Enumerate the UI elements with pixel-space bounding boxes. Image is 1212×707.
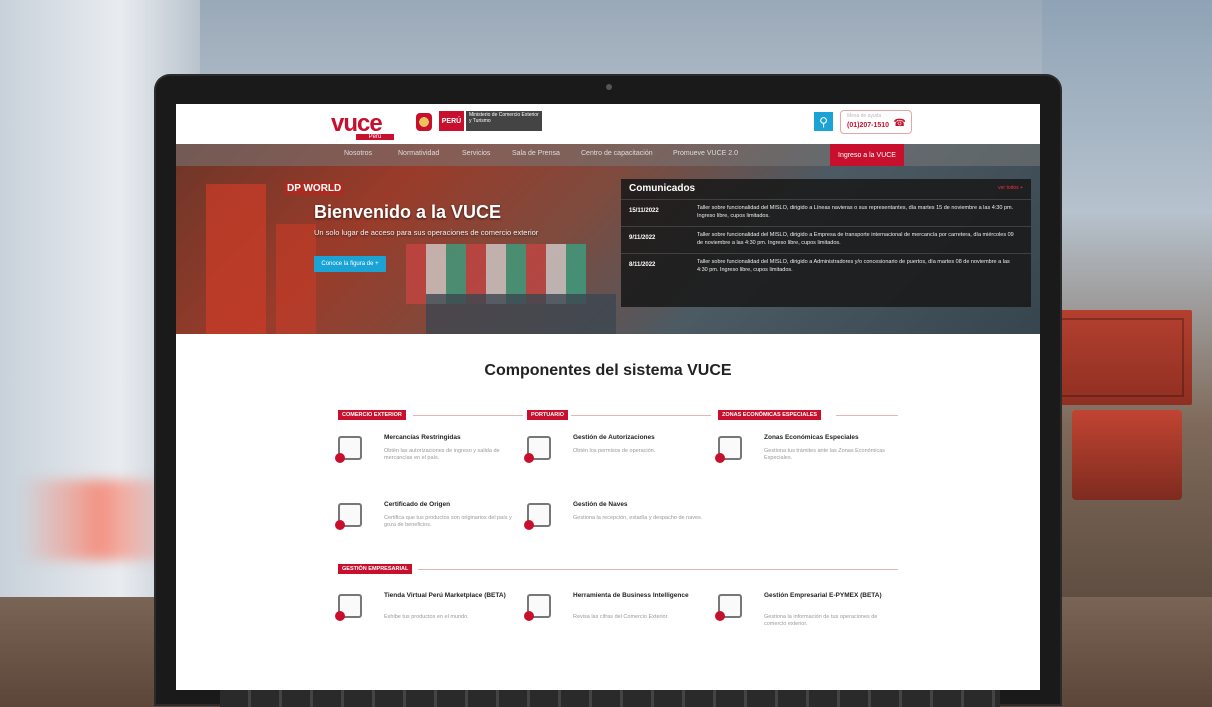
dp-world-sign: DP WORLD xyxy=(284,182,345,195)
boxes-icon xyxy=(335,436,362,463)
category-portuario: PORTUARIO xyxy=(527,410,711,420)
announcement-row[interactable]: 8/11/2022 Taller sobre funcionalidad del… xyxy=(621,253,1031,280)
category-label: PORTUARIO xyxy=(527,410,568,420)
components-title: Componentes del sistema VUCE xyxy=(484,362,732,379)
component-description: Gestiona la información de tus operacion… xyxy=(764,614,878,627)
nav-servicios[interactable]: Servicios xyxy=(462,150,490,157)
category-divider xyxy=(836,415,898,416)
category-comercio-exterior: COMERCIO EXTERIOR xyxy=(338,410,523,420)
announcement-row[interactable]: 9/11/2022 Taller sobre funcionalidad del… xyxy=(621,226,1031,253)
component-title: Gestión de Autorizaciones xyxy=(573,434,655,441)
component-gestion-naves[interactable]: Gestión de Naves Gestiona la recepción, … xyxy=(524,501,712,551)
component-tienda-virtual[interactable]: Tienda Virtual Perú Marketplace (BETA) E… xyxy=(335,592,523,642)
announcements-panel: Comunicados ver todos + 15/11/2022 Talle… xyxy=(621,179,1031,307)
search-icon: ⚲ xyxy=(819,114,828,129)
component-title: Gestión Empresarial E-PYMEX (BETA) xyxy=(764,592,882,599)
hero-subtitle: Un solo lugar de acceso para sus operaci… xyxy=(314,228,539,237)
announcement-date: 15/11/2022 xyxy=(629,208,659,214)
component-description: Certifica que tus productos son originar… xyxy=(384,515,512,528)
category-zonas-economicas: ZONAS ECONÓMICAS ESPECIALES xyxy=(718,410,898,420)
peru-badge: PERÚ xyxy=(439,111,464,131)
announcement-row[interactable]: 15/11/2022 Taller sobre funcionalidad de… xyxy=(621,199,1031,226)
component-title: Tienda Virtual Perú Marketplace (BETA) xyxy=(384,592,506,599)
shipping-container-image xyxy=(1052,310,1192,405)
ship-icon xyxy=(524,503,551,530)
component-description: Exhibe tus productos en el mundo. xyxy=(384,614,469,620)
component-certificado-origen[interactable]: Certificado de Origen Certifica que tus … xyxy=(335,501,523,551)
main-nav: Nosotros Normatividad Servicios Sala de … xyxy=(176,144,1040,166)
component-title: Certificado de Origen xyxy=(384,501,451,508)
dashboard-icon xyxy=(715,594,742,621)
crane-image xyxy=(206,184,266,334)
announcements-title: Comunicados xyxy=(629,183,696,194)
hero-cta-button[interactable]: Conoce la figura de + xyxy=(314,256,386,272)
laptop-frame: vuce Perú PERÚ Ministerio de Comercio Ex… xyxy=(156,76,1060,704)
search-button[interactable]: ⚲ xyxy=(814,112,833,131)
laptop-screen: vuce Perú PERÚ Ministerio de Comercio Ex… xyxy=(176,104,1040,690)
category-label: ZONAS ECONÓMICAS ESPECIALES xyxy=(718,410,822,420)
component-description: Obtén las autorizaciones de ingreso y sa… xyxy=(384,448,500,461)
announcement-text: Taller sobre funcionalidad del MISLO, di… xyxy=(697,205,1014,219)
nav-promueve[interactable]: Promueve VUCE 2.0 xyxy=(673,150,738,157)
component-description: Obtén los permisos de operación. xyxy=(573,448,656,454)
building-icon xyxy=(524,436,551,463)
certificate-icon xyxy=(335,503,362,530)
map-icon xyxy=(715,436,742,463)
category-divider xyxy=(571,415,711,416)
announcement-text: Taller sobre funcionalidad del MISLO, di… xyxy=(697,232,1014,246)
hero-title: Bienvenido a la VUCE xyxy=(314,202,502,222)
component-business-intelligence[interactable]: Herramienta de Business Intelligence Rev… xyxy=(524,592,712,642)
component-gestion-autorizaciones[interactable]: Gestión de Autorizaciones Obtén los perm… xyxy=(524,434,712,484)
category-divider xyxy=(418,569,898,570)
nav-capacitacion[interactable]: Centro de capacitación xyxy=(581,150,653,157)
component-title: Zonas Económicas Especiales xyxy=(764,434,859,441)
component-description: Revisa las cifras del Comercio Exterior. xyxy=(573,614,669,620)
component-title: Mercancías Restringidas xyxy=(384,434,461,441)
component-title: Gestión de Naves xyxy=(573,501,628,508)
component-description: Gestiona la recepción, estadía y despach… xyxy=(573,515,703,521)
phone-icon: ☎ xyxy=(893,118,906,129)
help-desk-phone[interactable]: Mesa de ayuda (01)207-1510 ☎ xyxy=(840,110,912,134)
ministry-badge: Ministerio de Comercio Exterior y Turism… xyxy=(466,111,542,131)
category-gestion-empresarial: GESTIÓN EMPRESARIAL xyxy=(338,564,898,574)
announcement-text: Taller sobre funcionalidad del MISLO, di… xyxy=(697,259,1010,273)
nav-normatividad[interactable]: Normatividad xyxy=(398,150,439,157)
phone-label: Mesa de ayuda xyxy=(847,113,882,119)
store-icon xyxy=(335,594,362,621)
category-label: COMERCIO EXTERIOR xyxy=(338,410,406,420)
chart-icon xyxy=(524,594,551,621)
component-mercancias-restringidas[interactable]: Mercancías Restringidas Obtén las autori… xyxy=(335,434,523,484)
laptop-keyboard xyxy=(220,690,1000,707)
component-e-pymex[interactable]: Gestión Empresarial E-PYMEX (BETA) Gesti… xyxy=(715,592,903,642)
vuce-logo-sub: Perú xyxy=(356,134,394,140)
crane-image xyxy=(276,224,316,334)
webcam xyxy=(606,84,612,90)
category-divider xyxy=(413,415,523,416)
nav-sala-prensa[interactable]: Sala de Prensa xyxy=(512,150,560,157)
category-label: GESTIÓN EMPRESARIAL xyxy=(338,564,413,574)
component-zonas-economicas[interactable]: Zonas Económicas Especiales Gestiona tus… xyxy=(715,434,903,484)
forklift-image xyxy=(1072,410,1182,500)
nav-nosotros[interactable]: Nosotros xyxy=(344,150,372,157)
ship-image xyxy=(426,294,616,334)
phone-number: (01)207-1510 xyxy=(847,122,890,129)
components-section: Componentes del sistema VUCE COMERCIO EX… xyxy=(176,334,1040,690)
announcement-date: 8/11/2022 xyxy=(629,262,656,268)
component-title: Herramienta de Business Intelligence xyxy=(573,592,689,599)
peru-shield-icon xyxy=(416,113,432,131)
announcement-date: 9/11/2022 xyxy=(629,235,656,241)
component-description: Gestiona tus trámites ante las Zonas Eco… xyxy=(764,448,886,461)
login-button[interactable]: Ingreso a la VUCE xyxy=(830,144,904,166)
announcements-more-link[interactable]: ver todos + xyxy=(998,185,1023,191)
site-header: vuce Perú PERÚ Ministerio de Comercio Ex… xyxy=(176,104,1040,144)
